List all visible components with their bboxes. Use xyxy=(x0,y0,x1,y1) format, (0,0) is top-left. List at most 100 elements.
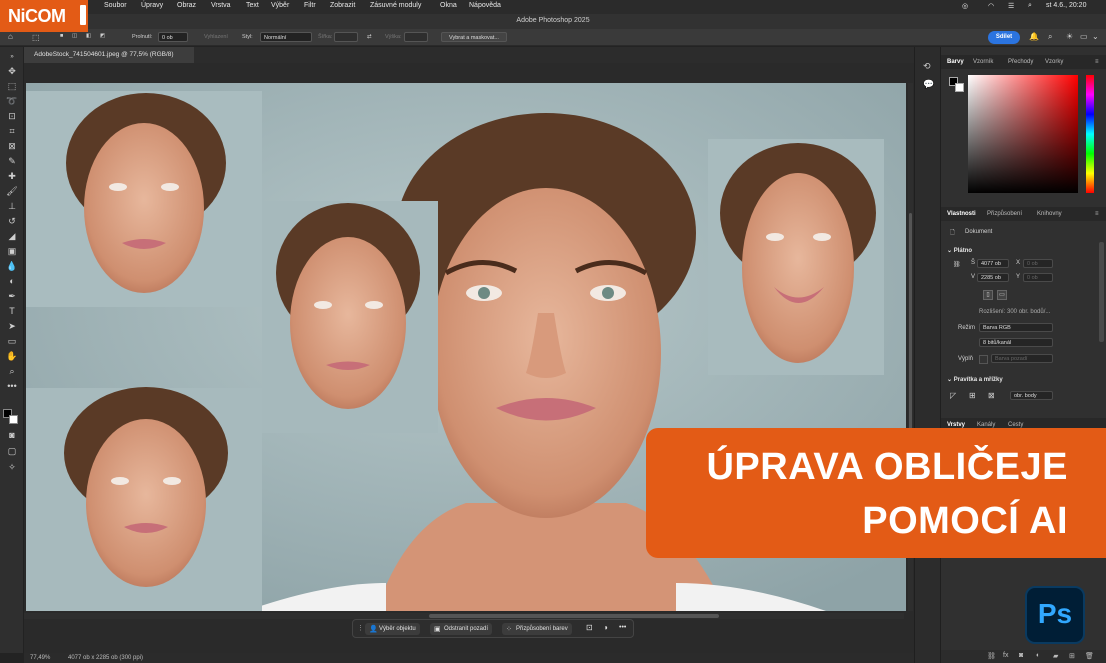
subtract-selection-icon[interactable]: ◧ xyxy=(86,33,91,39)
more-options-button[interactable]: ••• xyxy=(619,624,626,631)
blur-icon[interactable]: 💧 xyxy=(5,260,19,272)
menu-zobrazit[interactable]: Zobrazit xyxy=(330,2,355,9)
mode-select[interactable]: Barva RGB xyxy=(979,323,1053,332)
adjustment-layer-icon[interactable]: ◐ xyxy=(1036,652,1040,659)
link-dimensions-icon[interactable]: ⛓ xyxy=(953,261,961,268)
grid-icon[interactable]: ⊞ xyxy=(969,391,976,400)
background-color-swatch[interactable] xyxy=(9,415,18,424)
move-tool-icon[interactable]: ✥ xyxy=(5,65,19,77)
tab-prechody[interactable]: Přechody xyxy=(1008,59,1033,65)
guides-icon[interactable]: ⊠ xyxy=(988,391,995,400)
tab-prizpusobeni[interactable]: Přizpůsobení xyxy=(987,211,1022,217)
tab-knihovny[interactable]: Knihovny xyxy=(1037,211,1062,217)
landscape-icon[interactable]: ▭ xyxy=(997,290,1007,300)
history-brush-icon[interactable]: ↺ xyxy=(5,215,19,227)
height-input[interactable] xyxy=(404,32,428,42)
transform-icon[interactable]: ⊡ xyxy=(586,623,593,632)
screen-mode-icon[interactable]: ▢ xyxy=(5,445,19,457)
fill-select[interactable]: Barva pozadí xyxy=(991,354,1053,363)
drag-handle-icon[interactable]: ⋮ xyxy=(357,624,364,632)
portrait-icon[interactable]: ▯ xyxy=(983,290,993,300)
hue-slider[interactable] xyxy=(1086,75,1094,193)
units-select[interactable]: obr. body xyxy=(1010,391,1053,400)
add-selection-icon[interactable]: ◫ xyxy=(72,33,77,39)
link-layers-icon[interactable]: ⛓ xyxy=(987,652,996,660)
rulers-section-header[interactable]: ⌄ Pravítka a mřížky xyxy=(947,376,1003,383)
delete-layer-icon[interactable]: 🗑 xyxy=(1085,652,1094,660)
eraser-icon[interactable]: ◢ xyxy=(5,230,19,242)
comments-panel-icon[interactable]: 💬 xyxy=(923,79,934,90)
canvas-width-input[interactable]: 4077 ob xyxy=(977,259,1009,268)
bit-depth-select[interactable]: 8 bitů/kanál xyxy=(979,338,1053,347)
menu-vyber[interactable]: Výběr xyxy=(271,2,289,9)
home-icon[interactable]: ⌂ xyxy=(8,32,13,41)
width-input[interactable] xyxy=(334,32,358,42)
crop-icon[interactable]: ⌗ xyxy=(5,125,19,137)
properties-scroll-thumb[interactable] xyxy=(1099,242,1104,342)
menu-soubor[interactable]: Soubor xyxy=(104,2,127,9)
canvas-y-input[interactable]: 0 ob xyxy=(1023,273,1053,282)
control-center-icon[interactable]: ☰ xyxy=(1008,2,1014,10)
menu-filtr[interactable]: Filtr xyxy=(304,2,316,9)
canvas-x-input[interactable]: 0 ob xyxy=(1023,259,1053,268)
tab-vlastnosti[interactable]: Vlastnosti xyxy=(947,211,976,217)
lasso-icon[interactable]: ➰ xyxy=(5,95,19,107)
fill-swatch[interactable] xyxy=(979,355,988,364)
color-adjust-button[interactable]: ⁘ Přizpůsobení barev xyxy=(502,623,572,635)
tab-vzornik[interactable]: Vzorník xyxy=(973,59,993,65)
eyedropper-icon[interactable]: ✎ xyxy=(5,155,19,167)
layer-style-icon[interactable]: fx xyxy=(1003,652,1008,659)
swap-icon[interactable]: ⇄ xyxy=(367,34,372,40)
new-group-icon[interactable]: ▰ xyxy=(1053,652,1058,660)
clone-stamp-icon[interactable]: ⊥ xyxy=(5,200,19,212)
zoom-icon[interactable]: ⌕ xyxy=(5,365,19,377)
tab-vzorky[interactable]: Vzorky xyxy=(1045,59,1063,65)
zoom-level[interactable]: 77,49% xyxy=(30,655,50,661)
menu-obraz[interactable]: Obraz xyxy=(177,2,196,9)
rectangular-marquee-icon[interactable]: ⬚ xyxy=(5,80,19,92)
generative-icon[interactable]: ✧ xyxy=(5,461,19,473)
path-selection-icon[interactable]: ➤ xyxy=(5,320,19,332)
menu-text[interactable]: Text xyxy=(246,2,259,9)
wifi-icon[interactable]: ◠ xyxy=(988,2,994,10)
properties-menu-icon[interactable]: ≡ xyxy=(1095,211,1099,217)
menu-upravy[interactable]: Úpravy xyxy=(141,2,163,9)
intersect-selection-icon[interactable]: ◩ xyxy=(100,33,105,39)
creative-cloud-icon[interactable]: ◎ xyxy=(962,2,968,10)
search-spotlight-icon[interactable]: ⌕ xyxy=(1028,2,1032,10)
share-button[interactable]: Sdílet xyxy=(988,31,1020,44)
canvas-height-input[interactable]: 2285 ob xyxy=(977,273,1009,282)
more-tools-icon[interactable]: ••• xyxy=(5,380,19,392)
gradient-icon[interactable]: ▣ xyxy=(5,245,19,257)
quick-mask-icon[interactable]: ◙ xyxy=(5,429,19,441)
notifications-icon[interactable]: 🔔 xyxy=(1029,32,1039,41)
remove-background-button[interactable]: ▣ Odstranit pozadí xyxy=(430,623,493,635)
color-picker-field[interactable] xyxy=(968,75,1078,193)
ruler-icon[interactable]: ◸ xyxy=(950,391,956,400)
horizontal-scroll-thumb[interactable] xyxy=(429,614,719,618)
select-subject-button[interactable]: 👤 Výběr objektu xyxy=(365,623,420,635)
rectangle-shape-icon[interactable]: ▭ xyxy=(5,335,19,347)
menu-zasuvne-moduly[interactable]: Zásuvné moduly xyxy=(370,2,421,9)
select-and-mask-button[interactable]: Vybrat a maskovat... xyxy=(441,32,507,42)
menu-vrstva[interactable]: Vrstva xyxy=(211,2,231,9)
pen-icon[interactable]: ✒ xyxy=(5,290,19,302)
hand-icon[interactable]: ✋ xyxy=(5,350,19,362)
object-selection-icon[interactable]: ⊡ xyxy=(5,110,19,122)
antialias-checkbox[interactable]: Vyhlazení xyxy=(204,34,228,40)
document-tab[interactable]: AdobeStock_741504601.jpeg @ 77,5% (RGB/8… xyxy=(24,47,194,63)
dodge-icon[interactable]: ◐ xyxy=(5,275,19,287)
panel-menu-icon[interactable]: ≡ xyxy=(1095,59,1099,65)
healing-brush-icon[interactable]: ✚ xyxy=(5,170,19,182)
style-select[interactable]: Normální xyxy=(260,32,312,42)
brush-icon[interactable]: 🖌 xyxy=(5,185,19,197)
canvas-section-header[interactable]: ⌄ Plátno xyxy=(947,247,972,254)
tab-barvy[interactable]: Barvy xyxy=(947,59,964,65)
history-panel-icon[interactable]: ⟲ xyxy=(923,61,931,72)
type-icon[interactable]: T xyxy=(5,305,19,317)
new-selection-icon[interactable]: ■ xyxy=(60,33,63,39)
search-icon[interactable]: ⌕ xyxy=(1048,32,1052,42)
discover-icon[interactable]: ☀ xyxy=(1066,32,1073,41)
new-layer-icon[interactable]: ⊞ xyxy=(1069,652,1075,660)
marquee-tool-icon[interactable]: ⬚ xyxy=(32,33,40,42)
